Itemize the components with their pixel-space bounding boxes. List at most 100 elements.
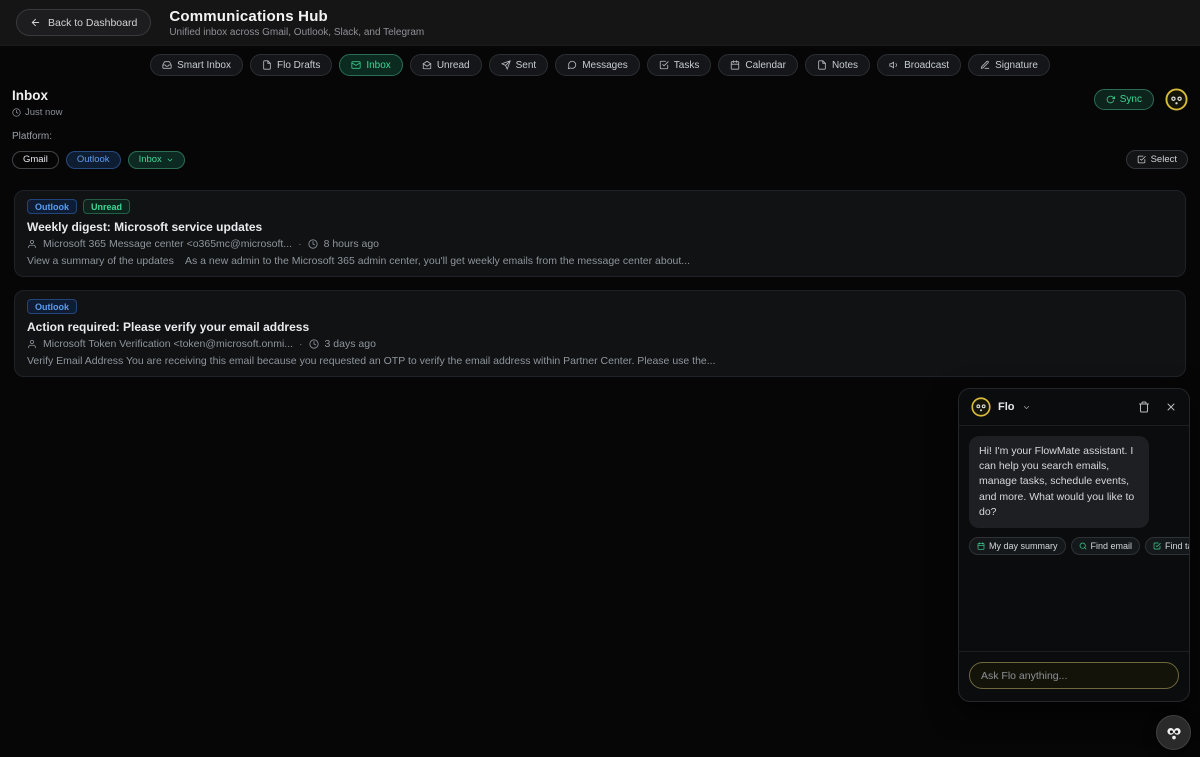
platform-badge: Outlook [27, 199, 77, 214]
calendar-icon [977, 542, 985, 550]
email-preview: View a summary of the updates As a new a… [27, 255, 1173, 267]
email-sender: Microsoft Token Verification <token@micr… [43, 338, 293, 350]
chevron-down-icon[interactable] [1022, 403, 1031, 412]
email-card[interactable]: Outlook Unread Weekly digest: Microsoft … [14, 190, 1186, 277]
suggestion-my-day-summary[interactable]: My day summary [969, 537, 1066, 555]
suggestion-label: Find email [1091, 541, 1133, 551]
email-time: 8 hours ago [324, 238, 379, 250]
robot-face-icon [1161, 720, 1187, 746]
tab-label: Flo Drafts [277, 60, 320, 71]
meta-separator: · [298, 238, 302, 250]
chevron-down-icon [166, 156, 174, 164]
last-sync-label: Just now [25, 107, 63, 118]
email-preview: Verify Email Address You are receiving t… [27, 355, 1173, 367]
platform-label: Platform: [12, 131, 1188, 142]
user-icon [27, 239, 37, 249]
flo-avatar [971, 397, 991, 417]
back-button-label: Back to Dashboard [48, 17, 137, 29]
last-sync-status: Just now [12, 107, 63, 118]
suggestion-label: Find task [1165, 541, 1190, 551]
tab-broadcast[interactable]: Broadcast [877, 54, 961, 76]
arrow-left-icon [30, 17, 41, 28]
chat-actions [1138, 401, 1177, 413]
inbox-heading-block: Inbox Just now [12, 88, 63, 118]
meta-separator: · [299, 338, 303, 350]
tab-flo-drafts[interactable]: Flo Drafts [250, 54, 332, 76]
inbox-icon [162, 60, 172, 70]
chat-bubble-icon [567, 60, 577, 70]
tab-sent[interactable]: Sent [489, 54, 549, 76]
send-icon [501, 60, 511, 70]
signature-pen-icon [980, 60, 990, 70]
chat-header: Flo [959, 389, 1189, 426]
email-sender: Microsoft 365 Message center <o365mc@mic… [43, 238, 292, 250]
flo-floating-button[interactable] [1156, 715, 1191, 750]
filter-chip-gmail[interactable]: Gmail [12, 151, 59, 169]
chip-label: Gmail [23, 154, 48, 165]
tab-label: Calendar [745, 60, 786, 71]
user-icon [27, 339, 37, 349]
platform-filter-row: Gmail Outlook Inbox Select [12, 150, 1188, 169]
page-title: Communications Hub [169, 8, 424, 25]
tab-bar: Smart Inbox Flo Drafts Inbox Unread Sent… [0, 54, 1200, 76]
back-to-dashboard-button[interactable]: Back to Dashboard [16, 9, 151, 36]
check-square-icon [1137, 155, 1146, 164]
close-icon[interactable] [1165, 401, 1177, 413]
tab-label: Broadcast [904, 60, 949, 71]
check-square-icon [659, 60, 669, 70]
tab-label: Notes [832, 60, 858, 71]
assistant-message: Hi! I'm your FlowMate assistant. I can h… [969, 436, 1149, 528]
email-card[interactable]: Outlook Action required: Please verify y… [14, 290, 1186, 377]
chat-body: Hi! I'm your FlowMate assistant. I can h… [959, 426, 1189, 651]
badge-row: Outlook Unread [27, 199, 1173, 214]
trash-icon[interactable] [1138, 401, 1150, 413]
unread-badge: Unread [83, 199, 130, 214]
chat-footer [959, 651, 1189, 701]
filter-chip-outlook[interactable]: Outlook [66, 151, 121, 169]
calendar-icon [730, 60, 740, 70]
chip-label: Outlook [77, 154, 110, 165]
filter-chip-inbox[interactable]: Inbox [128, 151, 185, 169]
suggestion-chips: My day summary Find email Find task [969, 537, 1179, 555]
tab-label: Smart Inbox [177, 60, 231, 71]
megaphone-icon [889, 60, 899, 70]
flo-avatar[interactable] [1165, 88, 1188, 111]
tab-messages[interactable]: Messages [555, 54, 640, 76]
chip-label: Inbox [139, 154, 162, 165]
sync-button-label: Sync [1120, 94, 1142, 105]
tab-label: Inbox [366, 60, 390, 71]
tab-label: Unread [437, 60, 470, 71]
email-time: 3 days ago [325, 338, 376, 350]
select-button[interactable]: Select [1126, 150, 1188, 169]
mail-open-icon [422, 60, 432, 70]
select-button-label: Select [1151, 154, 1177, 165]
tab-label: Messages [582, 60, 628, 71]
tab-signature[interactable]: Signature [968, 54, 1050, 76]
tab-inbox[interactable]: Inbox [339, 54, 402, 76]
email-list: Outlook Unread Weekly digest: Microsoft … [14, 190, 1186, 377]
section-title: Inbox [12, 88, 63, 103]
tab-calendar[interactable]: Calendar [718, 54, 798, 76]
tab-notes[interactable]: Notes [805, 54, 870, 76]
tab-unread[interactable]: Unread [410, 54, 482, 76]
suggestion-label: My day summary [989, 541, 1058, 551]
tab-tasks[interactable]: Tasks [647, 54, 712, 76]
platform-badge: Outlook [27, 299, 77, 314]
email-subject: Action required: Please verify your emai… [27, 320, 1173, 334]
chat-input[interactable] [969, 662, 1179, 689]
note-file-icon [817, 60, 827, 70]
suggestion-find-task[interactable]: Find task [1145, 537, 1190, 555]
suggestion-find-email[interactable]: Find email [1071, 537, 1141, 555]
check-square-icon [1153, 542, 1161, 550]
draft-file-icon [262, 60, 272, 70]
inbox-section: Inbox Just now Sync Platform: Gmail Outl… [12, 88, 1188, 169]
refresh-icon [1106, 95, 1115, 104]
clock-icon [12, 108, 21, 117]
sync-button[interactable]: Sync [1094, 89, 1154, 110]
clock-icon [308, 239, 318, 249]
tab-label: Signature [995, 60, 1038, 71]
clock-icon [309, 339, 319, 349]
email-meta: Microsoft Token Verification <token@micr… [27, 338, 1173, 350]
tab-label: Sent [516, 60, 537, 71]
tab-smart-inbox[interactable]: Smart Inbox [150, 54, 243, 76]
